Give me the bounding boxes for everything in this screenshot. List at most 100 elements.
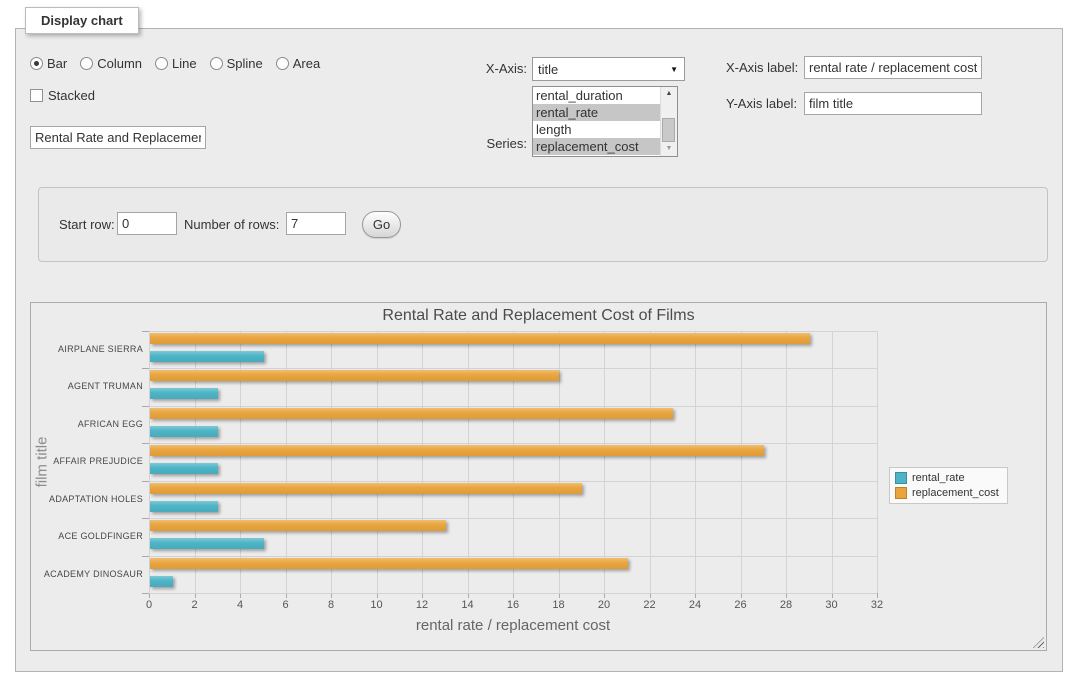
bar-replacement_cost-3[interactable] [150,445,764,456]
bar-rental_rate-2[interactable] [150,426,218,437]
scroll-down-icon[interactable]: ▼ [661,142,677,156]
chart-type-label: Bar [47,56,67,71]
series-option-length[interactable]: length [533,121,661,138]
series-label: Series: [440,136,527,152]
stacked-label: Stacked [48,88,95,103]
category-label: ADAPTATION HOLES [33,493,143,505]
chevron-down-icon: ▼ [670,65,678,74]
x-tick-label: 28 [771,599,801,611]
radio-icon [276,57,289,70]
x-tick-label: 12 [407,599,437,611]
gridline-horizontal [149,481,877,482]
bar-replacement_cost-2[interactable] [150,408,673,419]
start-row-input[interactable] [117,212,177,235]
x-axis-selected-value: title [538,62,558,77]
series-option-replacement_cost[interactable]: replacement_cost [533,138,661,155]
fieldset-legend: Display chart [25,7,139,34]
x-tick-label: 18 [544,599,574,611]
x-axis-select[interactable]: title ▼ [532,57,685,81]
go-button[interactable]: Go [362,211,401,238]
stacked-checkbox[interactable] [30,89,43,102]
x-tick-label: 22 [635,599,665,611]
bar-rental_rate-4[interactable] [150,501,218,512]
chart-type-area[interactable]: Area [276,56,320,71]
chart-title: Rental Rate and Replacement Cost of Film… [31,307,1046,325]
series-option-rental_rate[interactable]: rental_rate [533,104,661,121]
series-scrollbar[interactable]: ▲ ▼ [660,87,677,156]
bar-replacement_cost-6[interactable] [150,558,628,569]
chart-type-label: Spline [227,56,263,71]
legend-swatch [895,472,907,484]
chart-type-radio-group: Bar Column Line Spline Area [30,56,320,71]
bar-rental_rate-0[interactable] [150,351,264,362]
legend-label: replacement_cost [912,487,999,499]
y-tick-mark [142,518,149,519]
x-tick-label: 24 [680,599,710,611]
radio-icon [155,57,168,70]
x-tick-label: 14 [453,599,483,611]
chart-legend: rental_rate replacement_cost [889,467,1008,504]
scrollbar-thumb[interactable] [662,118,675,142]
x-axis-title: rental rate / replacement cost [149,617,877,634]
resize-handle-icon[interactable] [1033,637,1044,648]
gridline-horizontal [149,406,877,407]
chart-type-label: Line [172,56,197,71]
stacked-option[interactable]: Stacked [30,88,95,103]
category-label: ACADEMY DINOSAUR [33,568,143,580]
chart-type-bar[interactable]: Bar [30,56,67,71]
x-tick-label: 0 [134,599,164,611]
x-tick-label: 4 [225,599,255,611]
legend-item-rental_rate[interactable]: rental_rate [895,472,999,484]
category-label: AIRPLANE SIERRA [33,343,143,355]
legend-item-replacement_cost[interactable]: replacement_cost [895,487,999,499]
number-of-rows-input[interactable] [286,212,346,235]
gridline-vertical [786,331,787,593]
category-label: AGENT TRUMAN [33,380,143,392]
gridline-vertical [832,331,833,593]
series-listbox[interactable]: rental_durationrental_ratelengthreplacem… [532,86,678,157]
radio-icon [30,57,43,70]
y-axis-label-input[interactable] [804,92,982,115]
y-tick-mark [142,406,149,407]
y-tick-mark [142,481,149,482]
x-tick-label: 6 [271,599,301,611]
gridline-horizontal [149,518,877,519]
gridline-horizontal [149,368,877,369]
x-tick-label: 26 [726,599,756,611]
x-axis-label: X-Axis: [440,61,527,77]
x-tick-label: 8 [316,599,346,611]
bar-rental_rate-3[interactable] [150,463,218,474]
category-label: AFRICAN EGG [33,418,143,430]
category-label: ACE GOLDFINGER [33,530,143,542]
gridline-vertical [650,331,651,593]
x-axis-label-caption: X-Axis label: [726,60,798,76]
legend-label: rental_rate [912,472,965,484]
start-row-label: Start row: [59,217,115,233]
y-axis-label-caption: Y-Axis label: [726,96,797,112]
chart-type-line[interactable]: Line [155,56,197,71]
radio-icon [210,57,223,70]
bar-replacement_cost-1[interactable] [150,370,559,381]
bar-rental_rate-5[interactable] [150,538,264,549]
bar-replacement_cost-4[interactable] [150,483,582,494]
x-tick-label: 2 [180,599,210,611]
x-tick-label: 30 [817,599,847,611]
chart-type-column[interactable]: Column [80,56,142,71]
gridline-vertical [877,331,878,593]
bar-rental_rate-6[interactable] [150,576,173,587]
scroll-up-icon[interactable]: ▲ [661,87,677,101]
bar-replacement_cost-5[interactable] [150,520,446,531]
chart-type-spline[interactable]: Spline [210,56,263,71]
bar-replacement_cost-0[interactable] [150,333,810,344]
gridline-horizontal [149,443,877,444]
series-options: rental_durationrental_ratelengthreplacem… [533,87,677,155]
chart-title-input[interactable] [30,126,206,149]
gridline-vertical [695,331,696,593]
x-axis-label-input[interactable] [804,56,982,79]
gridline-vertical [604,331,605,593]
series-option-rental_duration[interactable]: rental_duration [533,87,661,104]
x-tick-label: 20 [589,599,619,611]
bar-rental_rate-1[interactable] [150,388,218,399]
legend-swatch [895,487,907,499]
fieldset-legend-text: Display chart [41,13,123,28]
